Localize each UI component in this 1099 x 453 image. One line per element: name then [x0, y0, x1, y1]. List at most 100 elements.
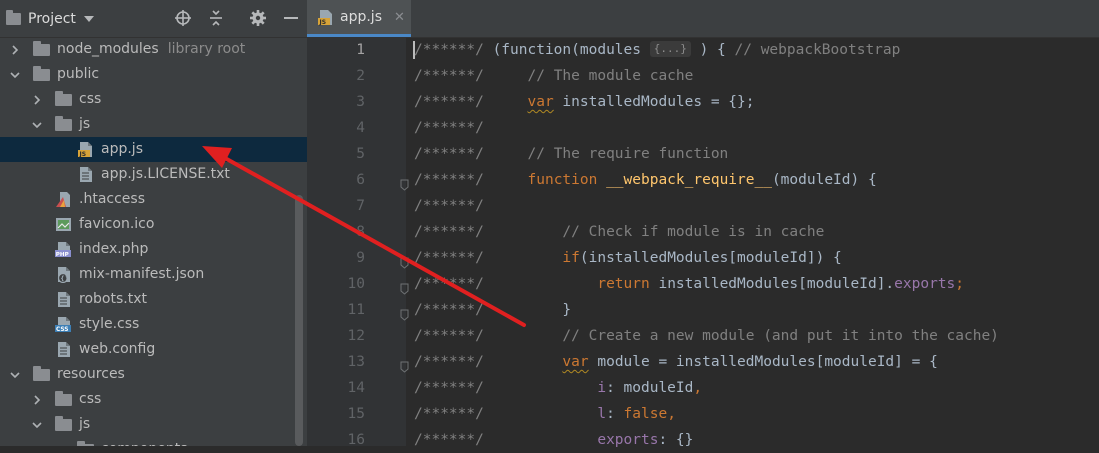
tree-item-style-css[interactable]: CSS style.css: [0, 312, 307, 337]
project-tree-scrollbar[interactable]: [295, 195, 303, 446]
line-number: 10: [347, 276, 365, 292]
code-line[interactable]: 3 /******/ var installedModules = {};: [307, 89, 1099, 115]
code-line[interactable]: 15 /******/ l: false,: [307, 401, 1099, 427]
code-text: /******/ var installedModules = {};: [414, 89, 755, 115]
line-number: 9: [356, 250, 365, 266]
code-text: /******/ // The module cache: [414, 63, 693, 89]
code-line[interactable]: 4 /******/: [307, 115, 1099, 141]
line-prefix-comment: /******/: [414, 94, 493, 110]
tree-item-name: public: [57, 66, 100, 82]
chevron-right-icon[interactable]: [31, 87, 43, 112]
chevron-down-icon[interactable]: [31, 112, 43, 137]
tree-item-node-modules[interactable]: node_modules library root: [0, 37, 307, 62]
tree-item-label: node_modules library root: [57, 37, 245, 62]
code-text: /******/ l: false,: [414, 401, 676, 427]
code-keyword: false,: [623, 406, 676, 422]
code-line[interactable]: 6 /******/ function __webpack_require__(m…: [307, 167, 1099, 193]
chevron-down-icon[interactable]: [9, 362, 21, 387]
code-text: /******/ // Check if module is in cache: [414, 219, 824, 245]
tree-item-robots[interactable]: robots.txt: [0, 287, 307, 312]
tree-item-resources-js[interactable]: js: [0, 412, 307, 437]
tree-item-app-js[interactable]: JS app.js: [0, 137, 307, 162]
code-line[interactable]: 1 /******/ (function(modules {...} ) { //…: [307, 37, 1099, 63]
code-property: exports: [894, 276, 956, 292]
code-line[interactable]: 16 /******/ exports: {}: [307, 427, 1099, 453]
chevron-right-icon[interactable]: [31, 387, 43, 412]
fold-marker-icon[interactable]: [400, 174, 409, 191]
code-text: /******/ return installedModules[moduleI…: [414, 271, 964, 297]
tree-item-htaccess[interactable]: .htaccess: [0, 187, 307, 212]
line-prefix-comment: /******/: [414, 120, 484, 136]
code-line[interactable]: 5 /******/ // The require function: [307, 141, 1099, 167]
code-keyword: if: [562, 250, 580, 266]
tree-item-resources-css[interactable]: css: [0, 387, 307, 412]
svg-text:JS: JS: [79, 151, 87, 158]
tab-label: app.js: [340, 9, 382, 25]
code-line[interactable]: 8 /******/ // Check if module is in cache: [307, 219, 1099, 245]
code-line[interactable]: 12 /******/ // Create a new module (and p…: [307, 323, 1099, 349]
editor-tab-bar: JS app.js ✕: [307, 0, 1099, 38]
chevron-down-icon[interactable]: [53, 437, 65, 446]
close-tab-icon[interactable]: ✕: [394, 10, 405, 25]
tree-item-public-css[interactable]: css: [0, 87, 307, 112]
tree-item-app-js-license[interactable]: app.js.LICENSE.txt: [0, 162, 307, 187]
code-line[interactable]: 13 /******/ var module = installedModules…: [307, 349, 1099, 375]
line-number: 2: [356, 68, 365, 84]
php-file-icon: PHP: [55, 241, 72, 258]
library-root-hint: library root: [167, 41, 246, 57]
code-line[interactable]: 9 /******/ if(installedModules[moduleId])…: [307, 245, 1099, 271]
tree-item-label: js: [79, 412, 90, 437]
fold-marker-icon[interactable]: [400, 278, 409, 295]
code-area[interactable]: 1 /******/ (function(modules {...} ) { //…: [307, 37, 1099, 448]
text-file-icon: [77, 166, 94, 183]
svg-text:PHP: PHP: [56, 252, 69, 258]
code-text: /******/ if(installedModules[moduleId]) …: [414, 245, 842, 271]
project-folder-icon: [6, 9, 21, 25]
fold-marker-icon[interactable]: [400, 356, 409, 373]
tree-item-public[interactable]: public: [0, 62, 307, 87]
collapse-all-icon[interactable]: [206, 8, 226, 28]
tree-item-index-php[interactable]: PHP index.php: [0, 237, 307, 262]
code-line[interactable]: 11 /******/ }: [307, 297, 1099, 323]
line-number: 1: [356, 42, 365, 58]
tree-item-resources[interactable]: resources: [0, 362, 307, 387]
chevron-down-icon[interactable]: [31, 412, 43, 437]
line-prefix-comment: /******/: [414, 380, 493, 396]
tree-item-favicon[interactable]: favicon.ico: [0, 212, 307, 237]
code-line[interactable]: 10 /******/ return installedModules[modul…: [307, 271, 1099, 297]
tree-item-web-config[interactable]: web.config: [0, 337, 307, 362]
code-keyword-warning: var: [527, 94, 554, 110]
tree-item-name: node_modules: [57, 41, 159, 57]
hide-icon[interactable]: [281, 8, 301, 28]
locate-icon[interactable]: [173, 8, 193, 28]
tree-item-components[interactable]: components: [0, 437, 307, 446]
tree-item-public-js[interactable]: js: [0, 112, 307, 137]
code-line[interactable]: 2 /******/ // The module cache: [307, 63, 1099, 89]
code-editor: JS app.js ✕ 1 /******/ (function(modules …: [307, 0, 1099, 448]
tab-app-js[interactable]: JS app.js ✕: [307, 0, 411, 37]
folded-code-chip[interactable]: {...}: [649, 41, 691, 57]
chevron-down-icon[interactable]: [9, 62, 21, 87]
code-line[interactable]: 14 /******/ i: moduleId,: [307, 375, 1099, 401]
tree-item-mix-manifest[interactable]: {} mix-manifest.json: [0, 262, 307, 287]
svg-text:CSS: CSS: [56, 327, 68, 333]
line-number: 12: [347, 328, 365, 344]
tree-item-label: app.js: [101, 137, 143, 162]
line-number: 14: [347, 380, 365, 396]
chevron-right-icon[interactable]: [9, 37, 21, 62]
code-comment: // The require function: [527, 146, 729, 162]
project-view-selector[interactable]: Project: [6, 0, 94, 37]
code-text: /******/: [414, 115, 484, 141]
fold-marker-icon[interactable]: [400, 304, 409, 321]
fold-marker-icon[interactable]: [400, 252, 409, 269]
code-line[interactable]: 7 /******/: [307, 193, 1099, 219]
line-prefix-comment: /******/: [414, 172, 493, 188]
settings-icon[interactable]: [248, 8, 268, 28]
code-text: /******/ exports: {}: [414, 427, 693, 453]
line-number: 7: [356, 198, 365, 214]
code-keyword: ;: [955, 276, 965, 292]
